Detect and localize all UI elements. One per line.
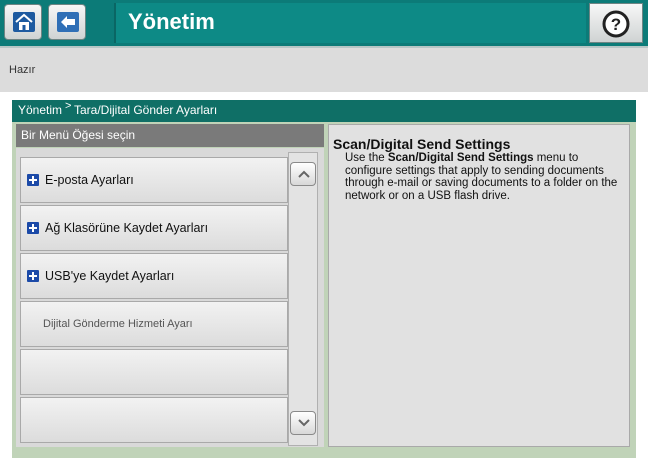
back-arrow-icon [57,12,79,32]
chevron-down-icon [298,419,310,427]
menu-item-empty [20,349,288,395]
page-title: Yönetim [128,9,215,34]
menu-list: E-posta Ayarları Ağ Klasörüne Kaydet Aya… [16,148,324,447]
description-title: Scan/Digital Send Settings [333,136,511,152]
menu-header: Bir Menü Öğesi seçin [16,124,324,147]
breadcrumb-current: Tara/Dijital Gönder Ayarları [74,103,218,117]
home-icon [13,12,35,32]
breadcrumb-root[interactable]: Yönetim [18,103,62,117]
description-body: Use the Scan/Digital Send Settings menu … [345,152,627,202]
status-text: Hazır [9,64,36,76]
menu-item-usb-settings[interactable]: USB'ye Kaydet Ayarları [20,253,288,299]
scroll-down-button[interactable] [290,411,316,435]
expand-plus-icon [27,270,39,282]
scrollbar[interactable] [288,152,318,446]
description-panel: Scan/Digital Send Settings Use the Scan/… [328,124,630,447]
breadcrumb-separator: > [65,100,72,112]
chevron-up-icon [298,170,310,178]
expand-plus-icon [27,222,39,234]
top-bar: Yönetim ? [0,0,648,48]
scroll-up-button[interactable] [290,162,316,186]
main-panel: Yönetim > Tara/Dijital Gönder Ayarları B… [12,100,636,458]
status-bar: Hazır [0,48,648,92]
breadcrumb: Yönetim > Tara/Dijital Gönder Ayarları [12,100,636,122]
back-button[interactable] [48,4,86,40]
menu-item-label: Dijital Gönderme Hizmeti Ayarı [43,318,193,330]
menu-item-empty [20,397,288,443]
description-strong: Scan/Digital Send Settings [387,152,534,164]
description-intro: Use the [345,152,388,164]
menu-item-label: E-posta Ayarları [45,173,134,187]
menu-header-label: Bir Menü Öğesi seçin [21,128,136,142]
menu-item-email-settings[interactable]: E-posta Ayarları [20,157,288,203]
home-button[interactable] [4,4,42,40]
help-icon: ? [602,10,630,38]
svg-text:?: ? [611,15,621,34]
menu-item-label: USB'ye Kaydet Ayarları [45,269,175,283]
title-bar: Yönetim [114,3,586,43]
menu-item-label: Ağ Klasörüne Kaydet Ayarları [45,221,209,235]
help-button[interactable]: ? [589,3,643,43]
expand-plus-icon [27,174,39,186]
menu-item-digital-send-service[interactable]: Dijital Gönderme Hizmeti Ayarı [20,301,288,347]
menu-item-network-folder-settings[interactable]: Ağ Klasörüne Kaydet Ayarları [20,205,288,251]
